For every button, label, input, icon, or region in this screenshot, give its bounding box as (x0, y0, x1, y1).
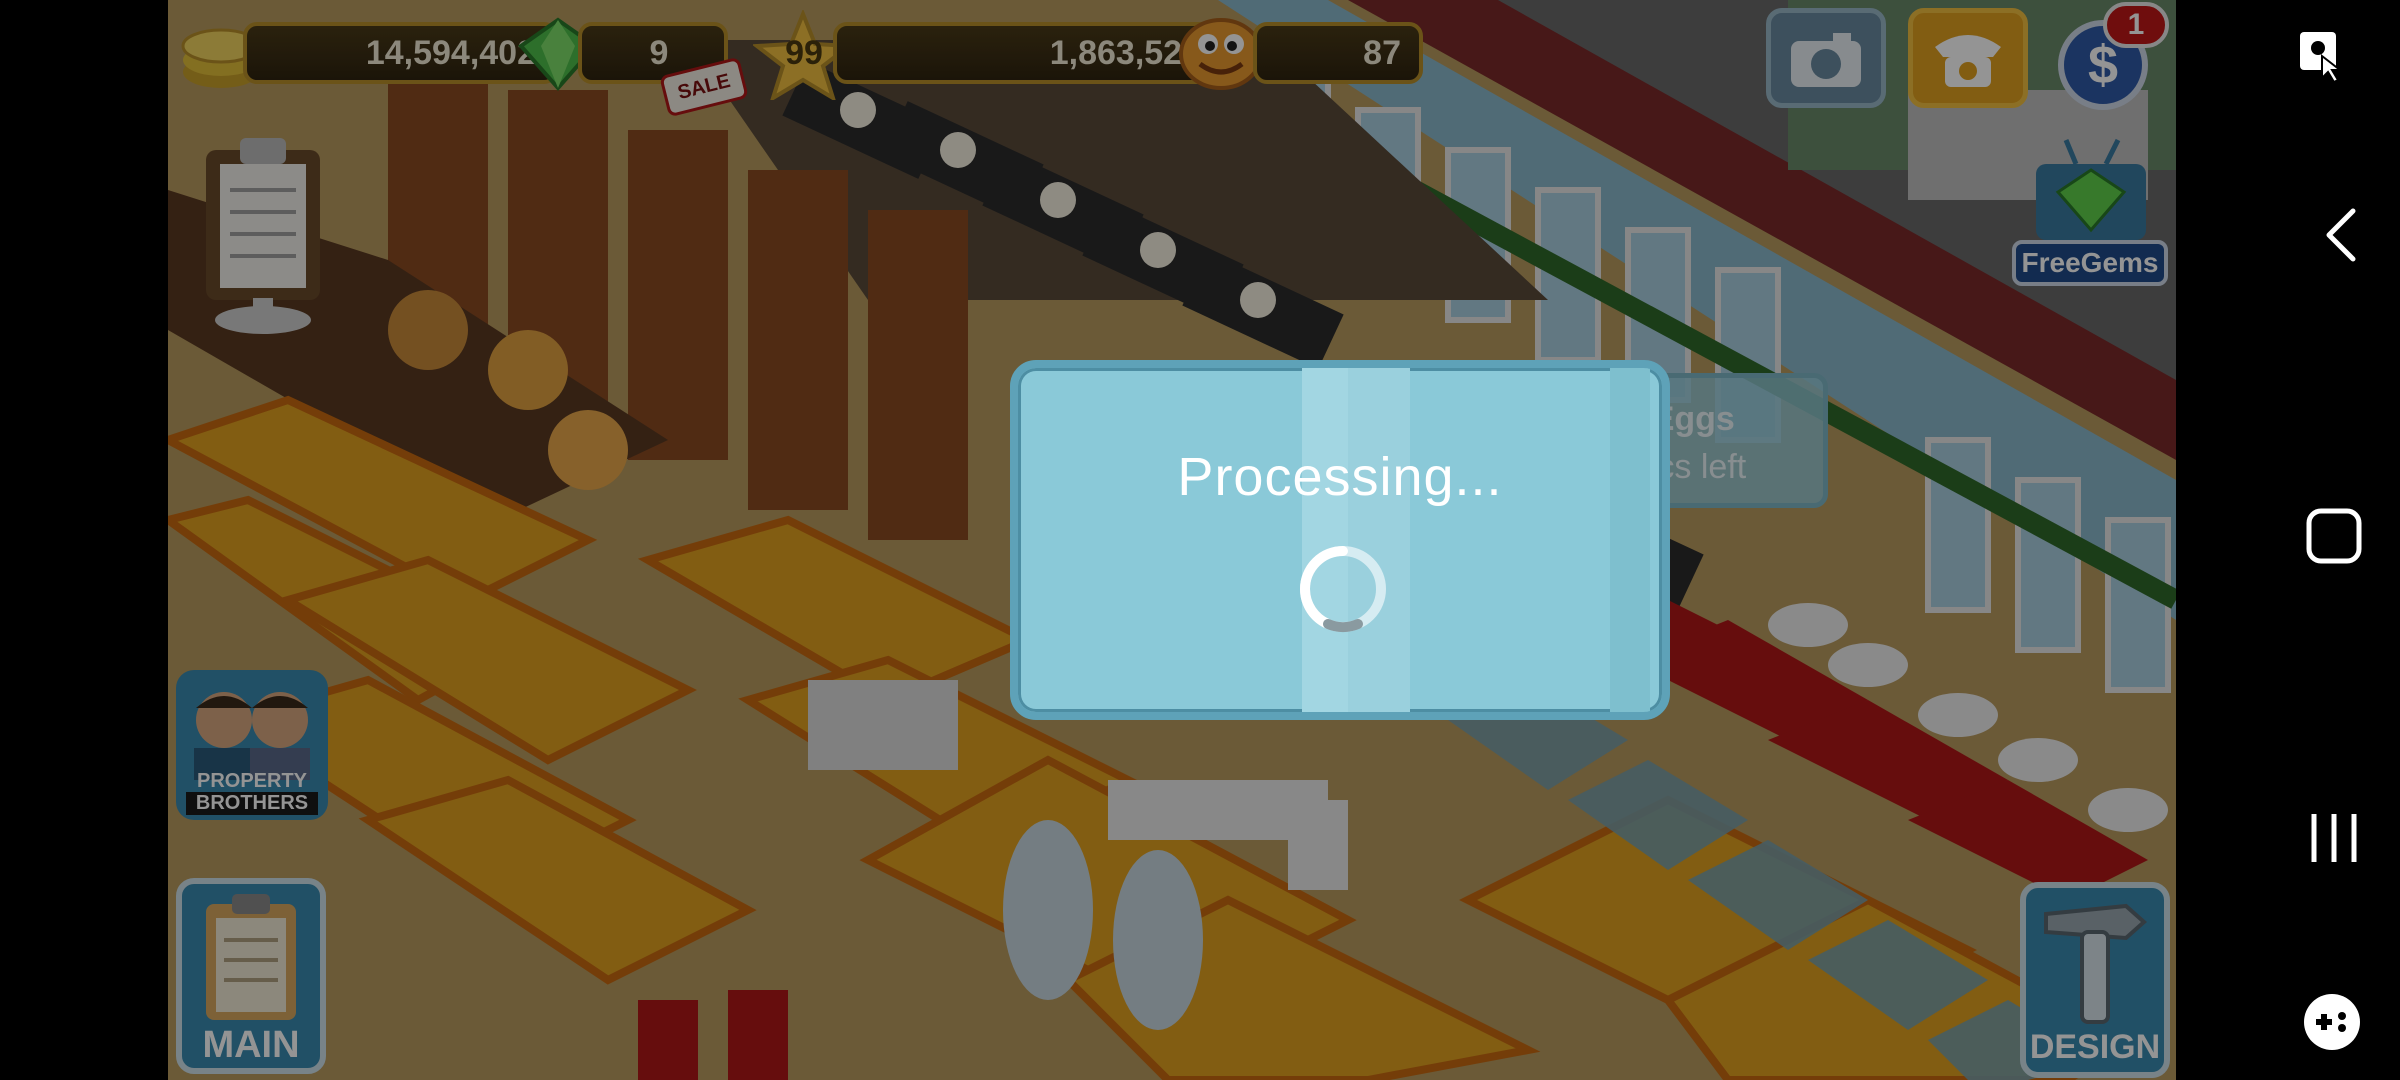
game-viewport[interactable]: 14,594,402 9 SALE 99 1,863,522 87 $ 1 Fr… (168, 0, 2176, 1080)
game-tools-icon[interactable] (2300, 990, 2364, 1054)
dialog-stripe (1610, 368, 1650, 712)
left-letterbox (0, 0, 168, 1080)
system-navigation-bar (2176, 0, 2400, 1080)
recent-apps-icon[interactable] (2306, 810, 2362, 866)
dialog-title: Processing... (1177, 447, 1503, 507)
loading-spinner-icon (1299, 546, 1386, 633)
processing-dialog: Processing... (1010, 360, 1670, 720)
screenshot-assist-icon[interactable] (2296, 26, 2356, 86)
back-icon[interactable] (2321, 205, 2361, 265)
home-icon[interactable] (2304, 506, 2364, 566)
